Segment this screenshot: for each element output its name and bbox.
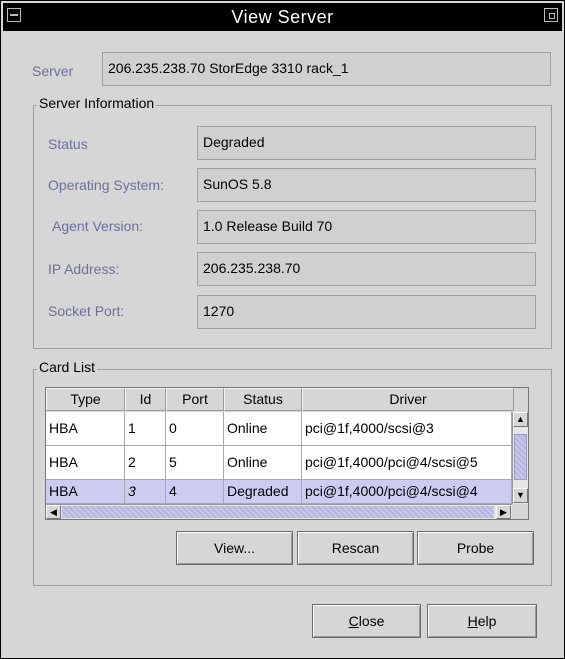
rescan-button[interactable]: Rescan [297, 531, 414, 565]
server-label: Server [32, 63, 74, 79]
table-row[interactable]: HBA 1 0 Online pci@1f,4000/scsi@3 [46, 412, 512, 446]
column-header-port[interactable]: Port [166, 388, 224, 411]
table-header: Type Id Port Status Driver [46, 388, 514, 412]
cell-status: Online [224, 446, 302, 480]
table-row[interactable]: HBA 2 5 Online pci@1f,4000/pci@4/scsi@5 [46, 446, 512, 480]
title-bar[interactable]: View Server [3, 3, 562, 31]
card-list-table[interactable]: Type Id Port Status Driver HBA 1 0 Onlin… [45, 387, 529, 520]
ip-address-label: IP Address: [48, 261, 120, 277]
help-label-rest: elp [477, 613, 497, 629]
vertical-scroll-thumb[interactable] [514, 434, 527, 480]
agent-version-field: 1.0 Release Build 70 [197, 210, 536, 244]
socket-port-label: Socket Port: [48, 303, 125, 319]
horizontal-scroll-thumb[interactable] [62, 506, 494, 518]
arrow-up-icon[interactable]: ▲ [513, 412, 528, 427]
ip-address-field: 206.235.238.70 [197, 252, 536, 286]
cell-port: 0 [166, 412, 224, 446]
column-header-id[interactable]: Id [125, 388, 166, 411]
column-header-driver[interactable]: Driver [302, 388, 514, 411]
cell-driver: pci@1f,4000/pci@4/scsi@4 [302, 480, 512, 504]
close-button[interactable]: Close [312, 604, 421, 638]
cell-driver: pci@1f,4000/scsi@3 [302, 412, 512, 446]
arrow-down-icon[interactable]: ▼ [513, 488, 528, 503]
operating-system-label: Operating System: [48, 177, 164, 193]
status-field: Degraded [197, 126, 536, 160]
cell-type: HBA [46, 480, 125, 504]
help-button[interactable]: Help [427, 604, 537, 638]
cell-type: HBA [46, 412, 125, 446]
cell-id: 3 [125, 480, 166, 504]
window-title: View Server [231, 7, 334, 27]
cell-driver: pci@1f,4000/pci@4/scsi@5 [302, 446, 512, 480]
help-mnemonic: H [467, 613, 478, 629]
horizontal-scrollbar[interactable]: ◀ ▶ [46, 504, 512, 519]
cell-port: 4 [166, 480, 224, 504]
operating-system-field: SunOS 5.8 [197, 168, 536, 202]
maximize-icon[interactable] [544, 8, 558, 22]
agent-version-label: Agent Version: [52, 218, 144, 234]
close-label-rest: lose [358, 613, 385, 629]
vertical-scrollbar[interactable]: ▲ ▼ [512, 412, 528, 504]
column-header-type[interactable]: Type [46, 388, 125, 411]
arrow-left-icon[interactable]: ◀ [46, 505, 61, 519]
arrow-right-icon[interactable]: ▶ [496, 505, 511, 519]
socket-port-field: 1270 [197, 295, 536, 329]
cell-status: Online [224, 412, 302, 446]
status-label: Status [48, 136, 88, 152]
cell-port: 5 [166, 446, 224, 480]
view-server-window: View Server Server 206.235.238.70 StorEd… [0, 0, 565, 659]
probe-button[interactable]: Probe [417, 531, 534, 565]
server-information-title: Server Information [37, 95, 157, 111]
view-button[interactable]: View... [176, 531, 293, 565]
cell-type: HBA [46, 446, 125, 480]
cell-id: 1 [125, 412, 166, 446]
column-header-status[interactable]: Status [224, 388, 302, 411]
close-mnemonic: C [348, 613, 359, 629]
table-row-selected[interactable]: HBA 3 4 Degraded pci@1f,4000/pci@4/scsi@… [46, 480, 512, 504]
cell-status: Degraded [224, 480, 302, 504]
cell-id: 2 [125, 446, 166, 480]
server-field: 206.235.238.70 StorEdge 3310 rack_1 [102, 52, 551, 86]
card-list-title: Card List [37, 359, 98, 375]
